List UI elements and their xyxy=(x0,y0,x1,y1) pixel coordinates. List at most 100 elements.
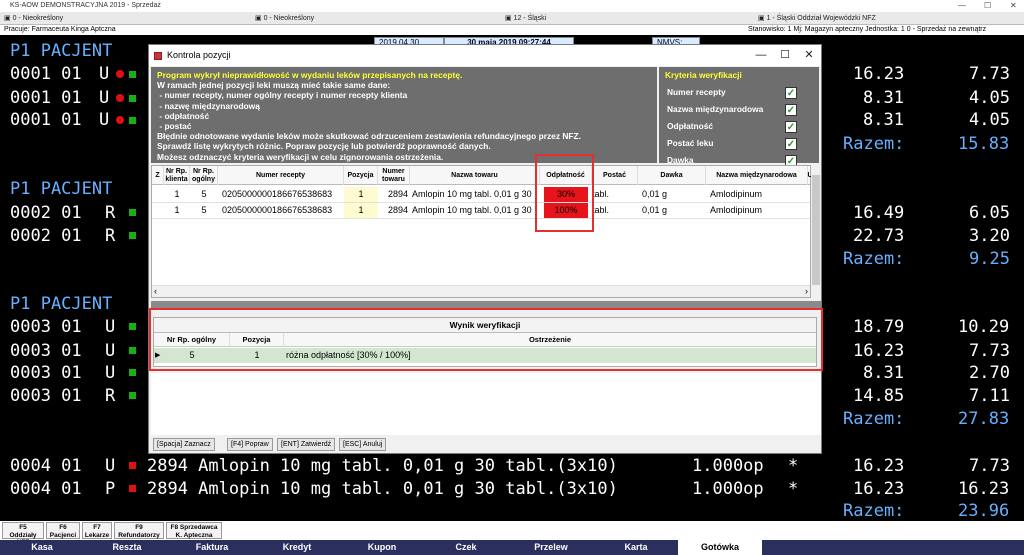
zaznacz-button[interactable]: [Spacja] Zaznacz xyxy=(153,438,215,451)
col-result-nr-rp-ogolny[interactable]: Nr Rp. ogólny xyxy=(154,333,230,347)
scrollbar-thumb[interactable] xyxy=(812,175,820,285)
fkey-pacjenci[interactable]: F6 Pacjenci xyxy=(46,522,80,539)
cell-nr-klienta: 1 xyxy=(174,205,180,215)
close-icon[interactable]: ✕ xyxy=(1010,0,1017,12)
group2-row1-b: 6.05 xyxy=(969,203,1010,223)
criterion-label: Nazwa międzynarodowa xyxy=(667,104,764,114)
group3-row2-a: 16.23 xyxy=(853,341,905,361)
minimize-icon[interactable]: — xyxy=(749,45,773,66)
group2-razem-label: Razem: xyxy=(843,249,905,269)
col-dawka[interactable]: Dawka xyxy=(638,166,706,185)
odplatnosc-highlight xyxy=(535,154,594,232)
criterion-checkbox[interactable]: ✓ xyxy=(785,138,797,150)
table-row[interactable]: 1 5 0205000000186676538683 1 2894 Amlopi… xyxy=(152,187,810,203)
group1-header: P1 PACJENT xyxy=(10,41,113,61)
bottom-row2-star: * xyxy=(788,479,799,499)
col-numer-towaru[interactable]: Numer towaru xyxy=(378,166,410,185)
group1-row3-b: 4.05 xyxy=(969,110,1010,130)
group3-row4-b: 7.11 xyxy=(969,386,1010,406)
fkey-key: F9 xyxy=(135,524,143,531)
table-row[interactable]: 1 5 0205000000186676538683 1 2894 Amlopi… xyxy=(152,203,810,219)
col-pozycja[interactable]: Pozycja xyxy=(344,166,378,185)
criterion-label: Odpłatność xyxy=(667,121,714,131)
message-line: W ramach jednej pozycji leki muszą mieć … xyxy=(157,80,391,91)
menu-kredyt[interactable]: Kredyt xyxy=(254,540,340,555)
result-title: Wynik weryfikacji xyxy=(154,318,816,333)
zatwierdz-button[interactable]: [ENT] Zatwierdź xyxy=(277,438,336,451)
status-dot xyxy=(116,70,124,78)
menu-reszta[interactable]: Reszta xyxy=(84,540,170,555)
col-nr-rp-ogolny[interactable]: Nr Rp. ogólny xyxy=(190,166,218,185)
group2-row2-code: 0002 01 xyxy=(10,226,82,246)
vertical-scrollbar[interactable] xyxy=(811,165,821,298)
bottom-row1-code: 0004 01 xyxy=(10,456,82,476)
criterion-label: Numer recepty xyxy=(667,87,726,97)
cell-nazwa-towaru: Amlopin 10 mg tabl. 0,01 g 30 xyxy=(412,189,532,199)
minimize-icon[interactable]: — xyxy=(958,0,966,12)
menu-czek[interactable]: Czek xyxy=(424,540,508,555)
bottom-row1-a: 16.23 xyxy=(853,456,905,476)
group3-row2-code: 0003 01 xyxy=(10,341,82,361)
col-nazwa-towaru[interactable]: Nazwa towaru xyxy=(410,166,540,185)
col-result-pozycja[interactable]: Pozycja xyxy=(230,333,284,347)
bottom-row1-star: * xyxy=(788,456,799,476)
col-nr-rp-klienta[interactable]: Nr Rp. klienta xyxy=(164,166,190,185)
group1-razem-label: Razem: xyxy=(843,134,905,154)
message-title: Program wykrył nieprawidłowość w wydaniu… xyxy=(157,70,463,80)
group2-razem: 9.25 xyxy=(969,249,1010,269)
group1-row1-code: 0001 01 xyxy=(10,64,82,84)
result-nr-rp-ogolny: 5 xyxy=(189,350,195,360)
criterion-checkbox[interactable]: ✓ xyxy=(785,87,797,99)
group1-row2-code: 0001 01 xyxy=(10,88,82,108)
cell-nazwa-miedzynarodowa: Amlodipinum xyxy=(710,205,763,215)
fkey-label: Lekarze xyxy=(84,531,110,539)
group2-header: P1 PACJENT xyxy=(10,179,113,199)
group3-row1-flag: U xyxy=(105,317,116,337)
popraw-button[interactable]: [F4] Popraw xyxy=(227,438,273,451)
bottom-row2-qty: 1.000op xyxy=(692,479,764,499)
bottom-row1-desc: 2894 Amlopin 10 mg tabl. 0,01 g 30 tabl.… xyxy=(147,456,618,476)
status-square xyxy=(129,323,136,330)
maximize-icon[interactable]: ☐ xyxy=(773,45,797,66)
verification-dialog: Kontrola pozycji — ☐ ✕ Program wykrył ni… xyxy=(148,44,823,454)
col-result-ostrzezenie[interactable]: Ostrzeżenie xyxy=(284,333,816,347)
criterion-checkbox[interactable]: ✓ xyxy=(785,121,797,133)
menu-przelew[interactable]: Przelew xyxy=(508,540,594,555)
result-row[interactable]: ▶ 5 1 różna odpłatność [30% / 100%] xyxy=(154,348,816,363)
criterion-label: Postać leku xyxy=(667,138,714,148)
status-square xyxy=(129,392,136,399)
message-line: - postać xyxy=(157,121,192,132)
scroll-left-icon[interactable]: ‹ xyxy=(154,286,157,296)
status-mid: ▣ 0 - Nieokreślony xyxy=(255,15,315,22)
menu-gotowka[interactable]: Gotówka xyxy=(678,540,762,555)
scroll-right-icon[interactable]: › xyxy=(805,286,808,296)
col-postac[interactable]: Postać xyxy=(592,166,638,185)
group1-row3-a: 8.31 xyxy=(863,110,904,130)
menu-kupon[interactable]: Kupon xyxy=(340,540,424,555)
menu-karta[interactable]: Karta xyxy=(594,540,678,555)
horizontal-scrollbar[interactable]: ‹ › xyxy=(152,285,810,297)
menu-kasa[interactable]: Kasa xyxy=(0,540,84,555)
verification-result-panel: Wynik weryfikacji Nr Rp. ogólny Pozycja … xyxy=(153,317,817,367)
fkey-lekarze[interactable]: F7 Lekarze xyxy=(82,522,112,539)
menu-faktura[interactable]: Faktura xyxy=(170,540,254,555)
group2-row2-flag: R xyxy=(105,226,116,246)
anuluj-button[interactable]: [ESC] Anuluj xyxy=(339,438,387,451)
status-nfz: ▣ 1 - Śląski Oddział Wojewódzki NFZ xyxy=(758,15,876,22)
empty-area xyxy=(151,373,821,435)
fkey-label: Pacjenci xyxy=(49,531,77,539)
group1-row3-flag: U xyxy=(99,110,110,130)
fkey-sprzedawca[interactable]: F8 Sprzedawca K. Apteczna xyxy=(166,522,222,539)
close-icon[interactable]: ✕ xyxy=(797,45,821,66)
col-numer-recepty[interactable]: Numer recepty xyxy=(218,166,344,185)
status-square xyxy=(129,369,136,376)
cell-numer-towaru: 2894 xyxy=(387,205,408,215)
status-bar: ▣ 0 - Nieokreślony ▣ 0 - Nieokreślony ▣ … xyxy=(0,12,1024,25)
fkey-refundatorzy[interactable]: F9 Refundatorzy xyxy=(114,522,164,539)
fkey-oddzialy-nfz[interactable]: F5 Oddziały NFZ xyxy=(2,522,44,546)
col-z[interactable]: Z xyxy=(152,166,164,185)
criterion-checkbox[interactable]: ✓ xyxy=(785,104,797,116)
col-nazwa-miedzynarodowa[interactable]: Nazwa międzynarodowa xyxy=(706,166,808,185)
maximize-icon[interactable]: ☐ xyxy=(984,0,991,12)
app-icon xyxy=(154,52,162,60)
